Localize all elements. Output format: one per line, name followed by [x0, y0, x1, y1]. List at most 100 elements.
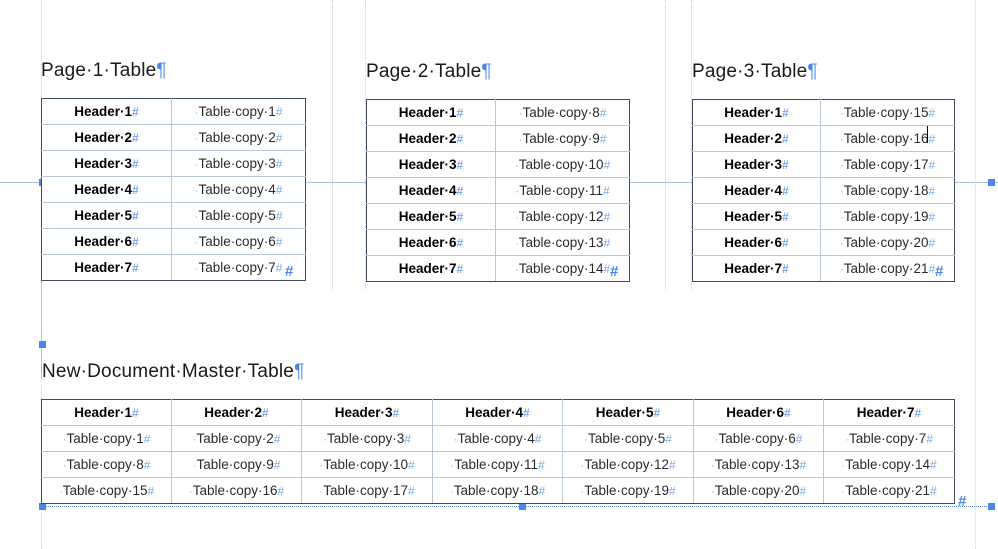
table-cell-value[interactable]: ·Table·copy·15# [41, 477, 172, 504]
cell-text: Table·copy·6 [718, 431, 796, 446]
selection-handle-mid-left[interactable] [39, 341, 46, 348]
table-cell-header[interactable]: Header·7# [692, 255, 821, 282]
table-cell-header[interactable]: Header·7# [41, 254, 172, 281]
cell-text: Table·copy·1 [66, 431, 144, 446]
cell-end-mark-icon: # [132, 157, 139, 171]
table-cell-header[interactable]: Header·1# [41, 399, 172, 426]
cell-end-mark-icon: # [603, 210, 611, 224]
master-table[interactable]: Header·1# Header·2# Header·3# Header·4# Head… [41, 399, 955, 504]
cell-end-mark-icon: # [928, 184, 936, 198]
table-cell-header[interactable]: Header·5# [692, 203, 821, 230]
table-cell-header[interactable]: Header·2# [366, 125, 496, 152]
table-cell-value[interactable]: ·Table·copy·6# [693, 425, 824, 452]
table-cell-value[interactable]: ·Table·copy·12# [495, 203, 630, 230]
table-cell-value[interactable]: ·Table·copy·15# [820, 99, 955, 126]
cell-end-mark-icon: # [599, 106, 607, 120]
table-cell-value[interactable]: ·Table·copy·12# [562, 451, 694, 478]
table-cell-value[interactable]: ·Table·copy·10# [495, 151, 630, 178]
page-2-table[interactable]: Header·1# ·Table·copy·8# Header·2# ·Table·c… [366, 99, 630, 282]
table-cell-value[interactable]: ·Table·copy·2# [171, 124, 306, 151]
table-cell-value[interactable]: ·Table·copy·16# [171, 477, 302, 504]
table-cell-header[interactable]: Header·6# [693, 399, 824, 426]
table-cell-header[interactable]: Header·5# [366, 203, 496, 230]
table-cell-header[interactable]: Header·3# [692, 151, 821, 178]
table-cell-header[interactable]: Header·6# [366, 229, 496, 256]
table-cell-header[interactable]: Header·1# [41, 98, 172, 125]
table-cell-header[interactable]: Header·6# [692, 229, 821, 256]
table-cell-value[interactable]: ·Table·copy·5# [562, 425, 694, 452]
table-cell-header[interactable]: Header·3# [366, 151, 496, 178]
table-cell-header[interactable]: Header·2# [171, 399, 302, 426]
cell-end-mark-icon: # [603, 184, 610, 198]
table-cell-value[interactable]: ·Table·copy·1# [41, 425, 172, 452]
table-cell-value[interactable]: ·Table·copy·6# [171, 228, 306, 255]
table-cell-value[interactable]: ·Table·copy·19# [562, 477, 694, 504]
cell-end-mark-icon: # [275, 157, 283, 171]
table-row: Header·4# ·Table·copy·18# [692, 177, 955, 204]
table-cell-header[interactable]: Header·4# [692, 177, 821, 204]
table-cell-value[interactable]: ·Table·copy·11# [432, 451, 563, 478]
table-cell-value[interactable]: ·Table·copy·20# [693, 477, 824, 504]
cell-text: Header·2 [74, 130, 133, 145]
table-cell-header[interactable]: Header·3# [41, 150, 172, 177]
table-cell-value[interactable]: ·Table·copy·14# [823, 451, 955, 478]
table-cell-value[interactable]: ·Table·copy·18# [432, 477, 563, 504]
table-cell-value[interactable]: ·Table·copy·13# [693, 451, 824, 478]
table-cell-header[interactable]: Header·1# [692, 99, 821, 126]
selection-handle-top-right[interactable] [988, 179, 995, 186]
table-cell-header[interactable]: Header·5# [41, 202, 172, 229]
table-cell-value[interactable]: ·Table·copy·2# [171, 425, 302, 452]
selection-handle-bottom-right[interactable] [988, 503, 995, 510]
table-cell-header[interactable]: Header·6# [41, 228, 172, 255]
table-cell-value[interactable]: ·Table·copy·8# [495, 99, 630, 126]
page-2-table-body: Header·1# ·Table·copy·8# Header·2# ·Table·c… [366, 99, 630, 282]
page-3-table[interactable]: Header·1# ·Table·copy·15# Header·2# ·Table·… [692, 99, 955, 282]
table-cell-value[interactable]: ·Table·copy·17# [820, 151, 955, 178]
pilcrow-icon: ¶ [294, 361, 305, 382]
table-cell-value[interactable]: ·Table·copy·9# [171, 451, 302, 478]
table-cell-value[interactable]: ·Table·copy·8# [41, 451, 172, 478]
table-cell-value[interactable]: ·Table·copy·5# [171, 202, 306, 229]
table-cell-value[interactable]: ·Table·copy·18# [820, 177, 955, 204]
table-cell-value[interactable]: ·Table·copy·17# [301, 477, 433, 504]
heading-page-2-table[interactable]: Page·2·Table¶ [366, 61, 492, 83]
table-cell-value[interactable]: ·Table·copy·11# [495, 177, 630, 204]
heading-page-3-table[interactable]: Page·3·Table¶ [692, 61, 818, 83]
table-cell-value[interactable]: ·Table·copy·4# [171, 176, 306, 203]
table-row: Header·1# Header·2# Header·3# Header·4# Head… [41, 399, 955, 426]
table-cell-value[interactable]: ·Table·copy·20# [820, 229, 955, 256]
table-cell-value[interactable]: ·Table·copy·3# [171, 150, 306, 177]
table-cell-header[interactable]: Header·2# [41, 124, 172, 151]
table-cell-header[interactable]: Header·5# [562, 399, 694, 426]
table-cell-value[interactable]: ·Table·copy·10# [301, 451, 433, 478]
table-cell-value[interactable]: ·Table·copy·21# [823, 477, 955, 504]
table-cell-value[interactable]: ·Table·copy·13# [495, 229, 630, 256]
cell-text: Table·copy·11 [519, 183, 604, 198]
table-cell-value[interactable]: ·Table·copy·4# [432, 425, 563, 452]
page-3-table-body: Header·1# ·Table·copy·15# Header·2# ·Table·… [692, 99, 955, 282]
pilcrow-icon: ¶ [807, 61, 818, 82]
heading-master-table[interactable]: New·Document·Master·Table¶ [42, 361, 304, 383]
table-cell-value[interactable]: ·Table·copy·3# [301, 425, 433, 452]
table-cell-value[interactable]: ·Table·copy·7# [823, 425, 955, 452]
table-cell-header[interactable]: Header·7# [823, 399, 955, 426]
selection-handle-bottom-left[interactable] [39, 503, 46, 510]
page-1-table[interactable]: Header·1# ·Table·copy·1# Header·2# ·Table·c… [41, 98, 306, 281]
table-cell-header[interactable]: Header·1# [366, 99, 496, 126]
cell-text: Table·copy·4 [457, 431, 535, 446]
table-cell-header[interactable]: Header·3# [301, 399, 433, 426]
table-cell-header[interactable]: Header·2# [692, 125, 821, 152]
table-cell-header[interactable]: Header·7# [366, 255, 496, 282]
table-cell-value[interactable]: ·Table·copy·1# [171, 98, 306, 125]
table-cell-header[interactable]: Header·4# [366, 177, 496, 204]
cell-text: Table·copy·2 [198, 130, 276, 145]
table-cell-header[interactable]: Header·4# [41, 176, 172, 203]
table-cell-header[interactable]: Header·4# [432, 399, 563, 426]
table-cell-value[interactable]: ·Table·copy·19# [820, 203, 955, 230]
cell-end-mark-icon: # [799, 458, 807, 472]
selection-handle-bottom-mid[interactable] [519, 503, 526, 510]
heading-page-1-table[interactable]: Page·1·Table¶ [41, 60, 167, 82]
table-cell-value[interactable]: ·Table·copy·9# [495, 125, 630, 152]
document-canvas[interactable]: Page·1·Table¶ Header·1# ·Table·copy·1# Hea… [0, 0, 998, 549]
table-cell-value[interactable]: ·Table·copy·16# [820, 125, 955, 152]
